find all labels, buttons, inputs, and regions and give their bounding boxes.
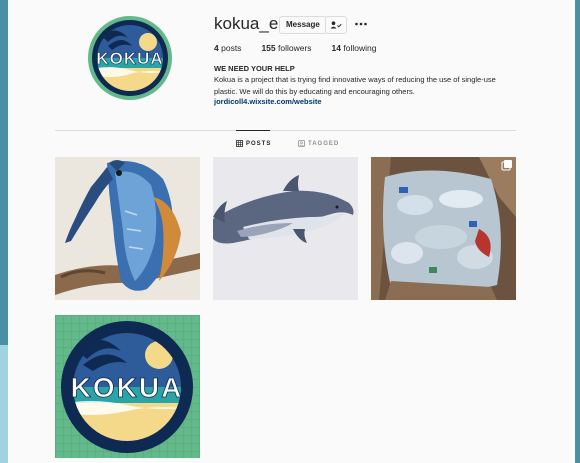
followers-count: 155	[261, 43, 276, 53]
posts-stat: 4 posts	[214, 43, 241, 53]
ellipsis-icon	[355, 22, 367, 26]
website-link[interactable]: jordicoll4.wixsite.com/website	[214, 97, 322, 106]
followers-stat[interactable]: 155 followers	[261, 43, 311, 53]
profile-avatar[interactable]: KOKUA	[88, 16, 172, 100]
post-plastic-bottles[interactable]	[371, 157, 516, 300]
posts-label: posts	[221, 43, 242, 53]
tab-tagged-label: TAGGED	[308, 140, 340, 147]
following-stat[interactable]: 14 following	[332, 43, 377, 53]
background-window-edge-right	[575, 0, 580, 463]
tab-posts-label: POSTS	[246, 140, 272, 147]
post-kingfisher[interactable]	[55, 157, 200, 300]
bio-text: Kokua is a project that is trying find i…	[214, 75, 496, 96]
profile-stats: 4 posts 155 followers 14 following	[214, 43, 396, 53]
followers-label: followers	[278, 43, 312, 53]
kokua-logo-text: KOKUA	[71, 372, 184, 403]
tab-posts[interactable]: POSTS	[236, 140, 271, 147]
dolphin-image	[213, 157, 358, 300]
background-window-edge-lower	[0, 345, 8, 463]
user-check-icon	[330, 21, 342, 29]
profile-username: kokua_es	[214, 14, 287, 33]
kokua-logo-image: KOKUA	[55, 315, 200, 458]
plastic-bottles-image	[371, 157, 516, 300]
tabs-divider	[55, 130, 516, 131]
tab-tagged[interactable]: TAGGED	[298, 140, 339, 147]
message-button[interactable]: Message	[279, 16, 327, 34]
post-dolphin[interactable]	[213, 157, 358, 300]
active-tab-indicator	[236, 130, 270, 131]
tag-icon	[298, 140, 305, 147]
posts-count: 4	[214, 43, 219, 53]
kingfisher-image	[55, 157, 200, 300]
avatar-logo-text: KOKUA	[96, 49, 163, 68]
following-label: following	[343, 43, 377, 53]
grid-icon	[236, 140, 243, 147]
post-kokua-logo[interactable]: KOKUA	[55, 315, 200, 458]
following-button[interactable]	[325, 16, 347, 34]
following-count: 14	[331, 43, 342, 53]
bio-title: WE NEED YOUR HELP	[214, 64, 295, 73]
more-options-button[interactable]	[354, 16, 368, 32]
